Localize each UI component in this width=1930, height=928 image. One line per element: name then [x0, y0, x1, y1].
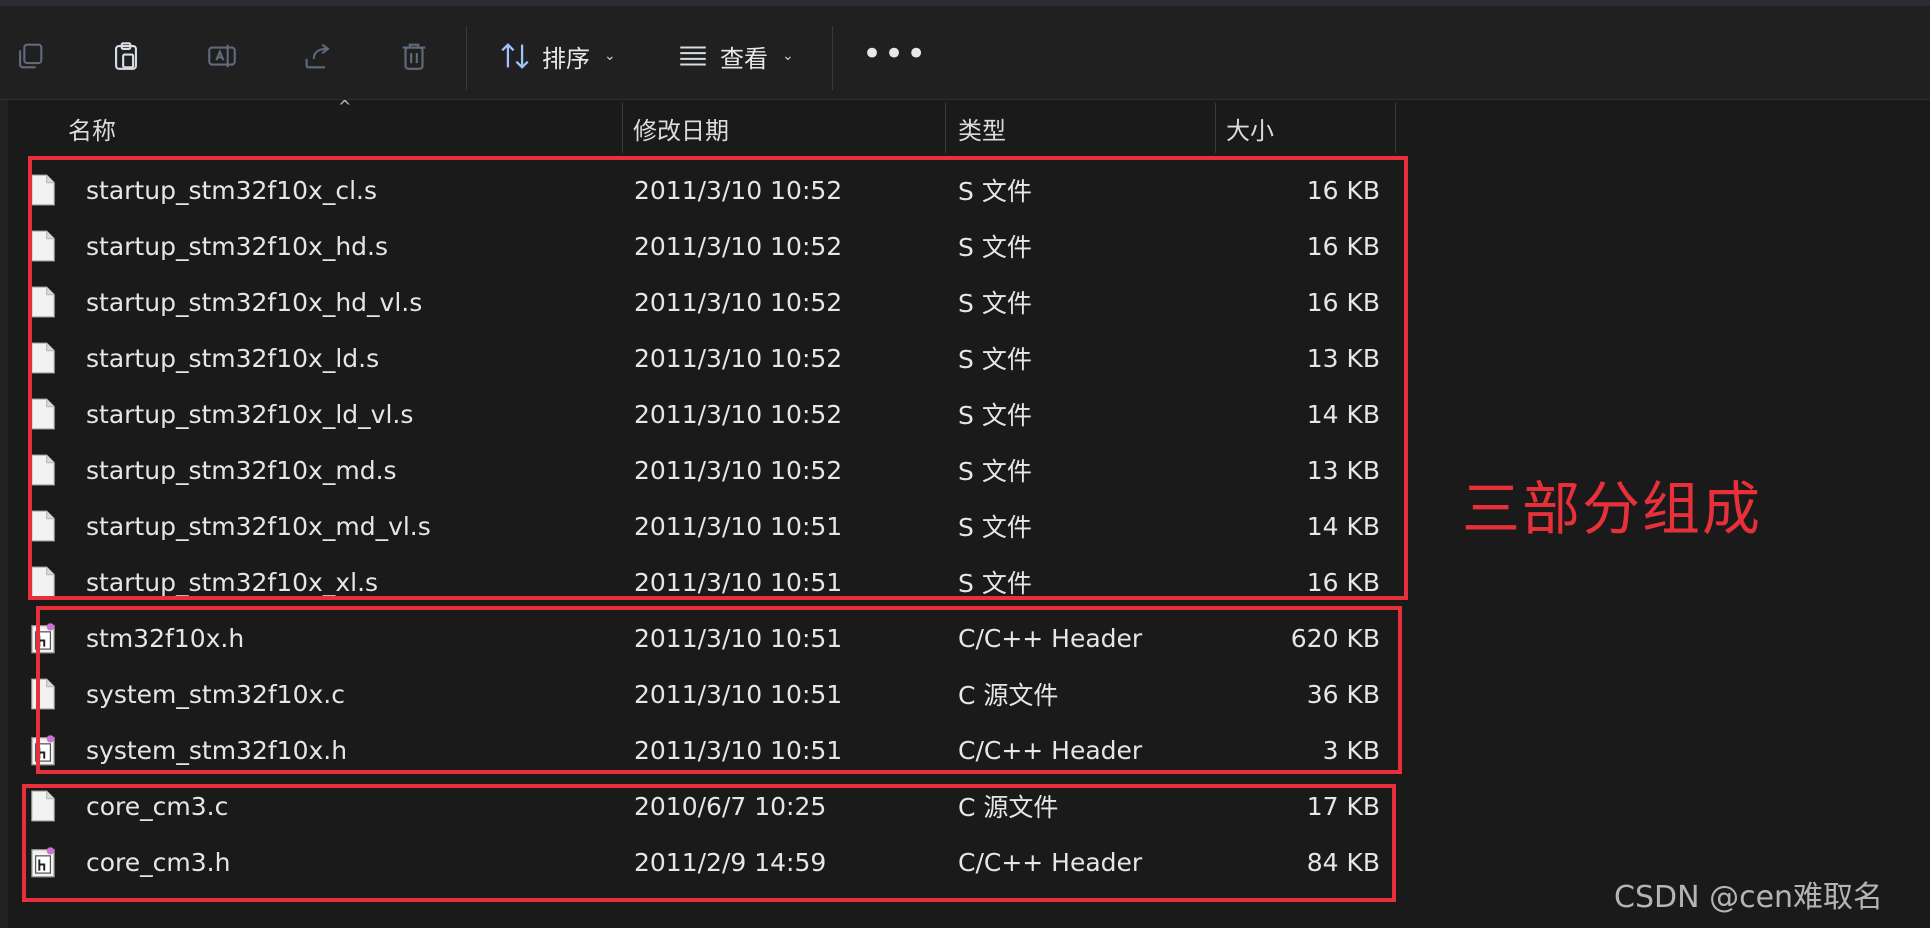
annotation-text: 三部分组成 [1462, 475, 1763, 543]
column-date-header[interactable]: 修改日期 [623, 103, 953, 153]
copy-icon[interactable] [10, 36, 50, 76]
toolbar-separator [466, 26, 467, 90]
column-size-label: 大小 [1226, 116, 1274, 145]
column-name-label: 名称 [68, 116, 116, 145]
column-divider[interactable] [1395, 103, 1396, 153]
delete-icon[interactable] [394, 36, 434, 76]
column-header: 名称 ^ 修改日期 类型 大小 [8, 97, 1396, 153]
view-list-icon [680, 46, 706, 66]
column-type-label: 类型 [958, 116, 1006, 145]
chevron-down-icon: ⌄ [604, 48, 616, 64]
sort-ascending-icon: ^ [338, 97, 352, 116]
view-label: 查看 [720, 44, 768, 73]
paste-icon[interactable] [106, 36, 146, 76]
chevron-down-icon: ⌄ [782, 48, 794, 64]
column-type-header[interactable]: 类型 [948, 103, 1218, 153]
column-divider[interactable] [945, 103, 946, 153]
highlight-box-system-files [36, 606, 1402, 774]
more-options-button[interactable]: ••• [862, 37, 928, 71]
column-date-label: 修改日期 [633, 116, 729, 145]
toolbar-separator [832, 26, 833, 90]
sort-button[interactable]: 排序 ⌄ [498, 36, 616, 76]
highlight-box-core-files [22, 784, 1396, 902]
share-icon[interactable] [298, 36, 338, 76]
sort-label: 排序 [542, 44, 590, 73]
navigation-pane-edge [0, 100, 8, 928]
watermark-text: CSDN @cen难取名 [1614, 880, 1884, 915]
command-bar: 排序 ⌄ 查看 ⌄ ••• [0, 6, 1930, 100]
rename-icon[interactable] [202, 36, 242, 76]
sort-icon [501, 43, 529, 69]
column-size-header[interactable]: 大小 [1216, 103, 1396, 153]
highlight-box-startup-files [28, 156, 1408, 600]
view-button[interactable]: 查看 ⌄ [676, 36, 794, 76]
